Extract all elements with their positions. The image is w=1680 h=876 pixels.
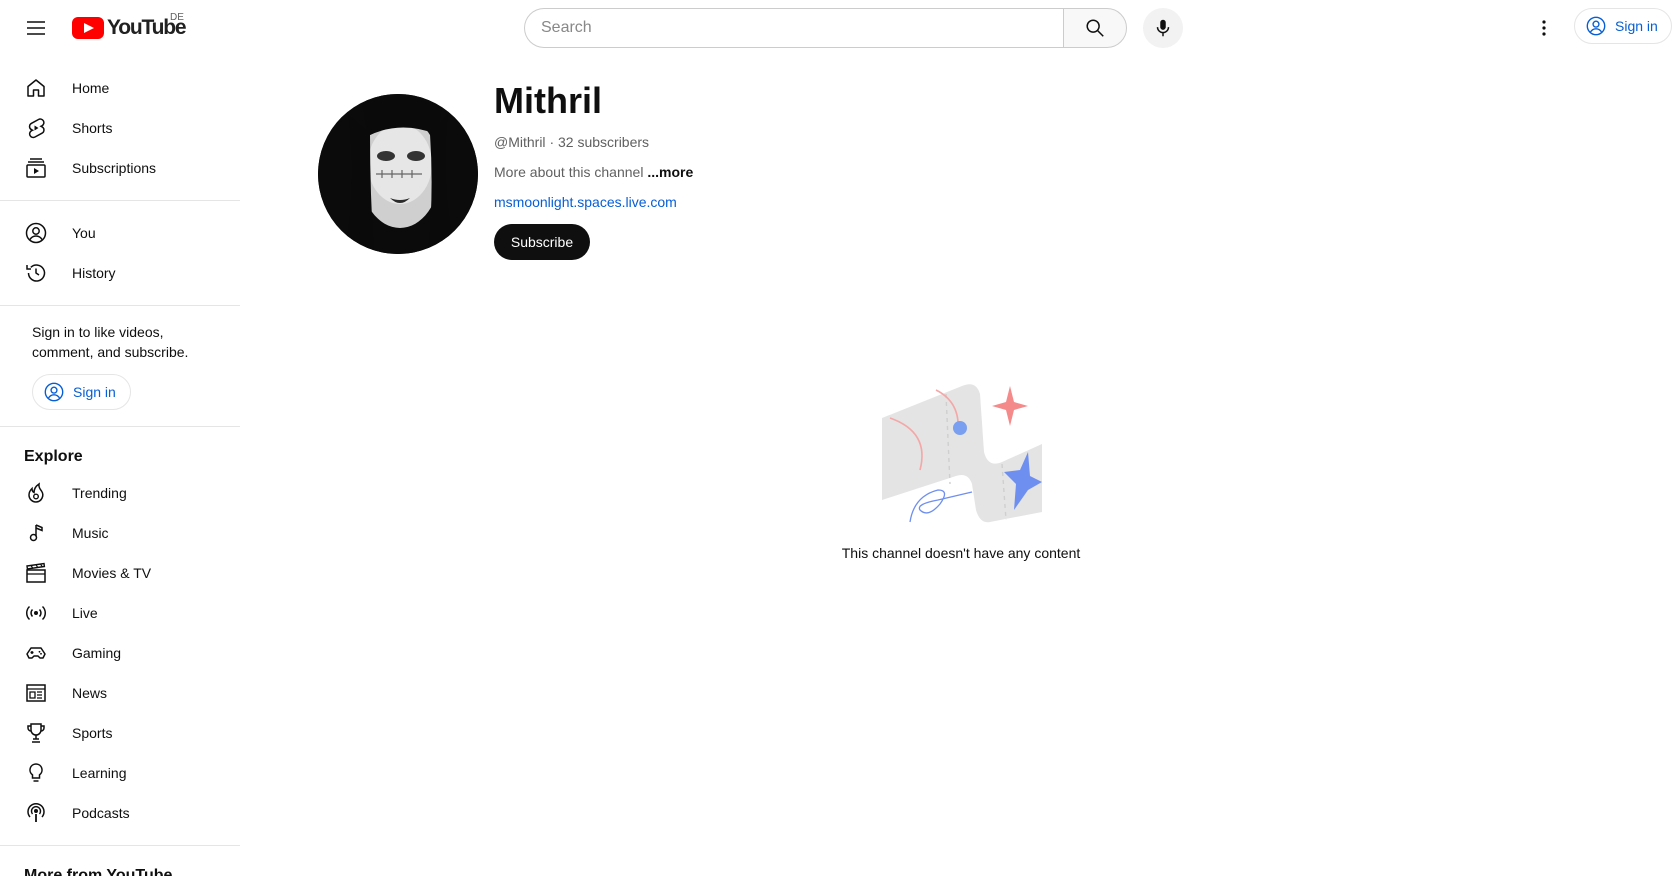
- guide-section-main: Home Shorts Subscriptions: [0, 56, 240, 201]
- empty-state-message: This channel doesn't have any content: [841, 545, 1081, 561]
- sidebar-item-shorts[interactable]: Shorts: [12, 108, 228, 148]
- sidebar-item-label: Podcasts: [72, 805, 130, 821]
- home-icon: [24, 76, 48, 100]
- avatar-portrait: [318, 94, 478, 254]
- account-icon: [24, 221, 48, 245]
- sidebar-item-live[interactable]: Live: [12, 593, 228, 633]
- sidebar-item-subscriptions[interactable]: Subscriptions: [12, 148, 228, 188]
- more-link[interactable]: ...more: [647, 164, 693, 180]
- sidebar-item-podcasts[interactable]: Podcasts: [12, 793, 228, 833]
- search-icon: [1086, 19, 1104, 37]
- sidebar-item-label: Gaming: [72, 645, 122, 661]
- channel-avatar[interactable]: [318, 94, 478, 254]
- more-vert-icon: [1542, 20, 1546, 36]
- sign-in-label: Sign in: [1615, 18, 1658, 34]
- sidebar-item-gaming[interactable]: Gaming: [12, 633, 228, 673]
- youtube-logo[interactable]: YouTube: [72, 16, 187, 40]
- sidebar-item-label: History: [72, 265, 116, 281]
- sidebar-item-label: Learning: [72, 765, 127, 781]
- search-input[interactable]: [541, 19, 1047, 37]
- description-text: More about this channel: [494, 164, 644, 180]
- sidebar-item-home[interactable]: Home: [12, 68, 228, 108]
- youtube-play-icon: [72, 17, 104, 39]
- sports-icon: [24, 721, 48, 745]
- music-icon: [24, 521, 48, 545]
- guide-section-more: More from YouTube: [0, 846, 240, 876]
- masthead: YouTube DE Sign in: [0, 0, 1680, 56]
- settings-more-button[interactable]: [1524, 8, 1564, 48]
- guide-section-you: You History: [0, 201, 240, 306]
- sidebar-item-label: Trending: [72, 485, 127, 501]
- sidebar-item-movies-tv[interactable]: Movies & TV: [12, 553, 228, 593]
- sidebar-sign-in-button[interactable]: Sign in: [32, 374, 131, 410]
- sign-in-prompt: Sign in to like videos, comment, and sub…: [32, 324, 189, 360]
- sidebar-item-label: Sports: [72, 725, 113, 741]
- sidebar-signin-section: Sign in to like videos, comment, and sub…: [0, 306, 240, 427]
- sidebar-item-you[interactable]: You: [12, 213, 228, 253]
- sidebar-item-label: News: [72, 685, 108, 701]
- country-code: DE: [170, 12, 184, 23]
- guide-menu-button[interactable]: [16, 8, 56, 48]
- subscribe-button[interactable]: Subscribe: [494, 224, 590, 260]
- sidebar-item-label: Shorts: [72, 120, 113, 136]
- guide-sidebar: Home Shorts Subscriptions You History Si…: [0, 56, 240, 876]
- channel-meta: @Mithril · 32 subscribers: [494, 134, 649, 150]
- sign-in-label: Sign in: [73, 384, 116, 400]
- subscriber-count: 32 subscribers: [558, 134, 650, 150]
- explore-title: Explore: [24, 448, 83, 465]
- movies-icon: [24, 561, 48, 585]
- search-box[interactable]: [524, 8, 1063, 48]
- channel-title: Mithril: [494, 80, 602, 121]
- account-circle-icon: [1586, 16, 1606, 36]
- meta-separator: ·: [549, 134, 555, 150]
- voice-search-button[interactable]: [1143, 8, 1183, 48]
- microphone-icon: [1156, 19, 1170, 37]
- sidebar-item-label: Home: [72, 80, 110, 96]
- hamburger-menu-icon: [27, 21, 45, 35]
- channel-handle: @Mithril: [494, 134, 546, 150]
- empty-channel-illustration: [882, 384, 1042, 523]
- sidebar-item-label: Movies & TV: [72, 565, 152, 581]
- sidebar-item-trending[interactable]: Trending: [12, 473, 228, 513]
- live-icon: [24, 601, 48, 625]
- news-icon: [24, 681, 48, 705]
- shorts-icon: [24, 116, 48, 140]
- account-circle-icon: [44, 382, 64, 402]
- channel-external-link[interactable]: msmoonlight.spaces.live.com: [494, 194, 677, 210]
- sidebar-item-label: You: [72, 225, 96, 241]
- sidebar-item-label: Music: [72, 525, 109, 541]
- sidebar-item-label: Live: [72, 605, 98, 621]
- sidebar-item-sports[interactable]: Sports: [12, 713, 228, 753]
- podcasts-icon: [24, 801, 48, 825]
- more-from-youtube-title: More from YouTube: [24, 867, 173, 876]
- sidebar-item-history[interactable]: History: [12, 253, 228, 293]
- search-button[interactable]: [1063, 8, 1127, 48]
- sidebar-item-label: Subscriptions: [72, 160, 157, 176]
- sidebar-item-music[interactable]: Music: [12, 513, 228, 553]
- learning-icon: [24, 761, 48, 785]
- subscriptions-icon: [24, 156, 48, 180]
- trending-icon: [24, 481, 48, 505]
- search-bar: [524, 8, 1127, 48]
- channel-description[interactable]: More about this channel ...more: [494, 164, 693, 180]
- history-icon: [24, 261, 48, 285]
- sign-in-button[interactable]: Sign in: [1574, 8, 1672, 44]
- guide-section-explore: Explore Trending Music Movies & TV Live …: [0, 427, 240, 846]
- sidebar-item-news[interactable]: News: [12, 673, 228, 713]
- sidebar-item-learning[interactable]: Learning: [12, 753, 228, 793]
- gaming-icon: [24, 641, 48, 665]
